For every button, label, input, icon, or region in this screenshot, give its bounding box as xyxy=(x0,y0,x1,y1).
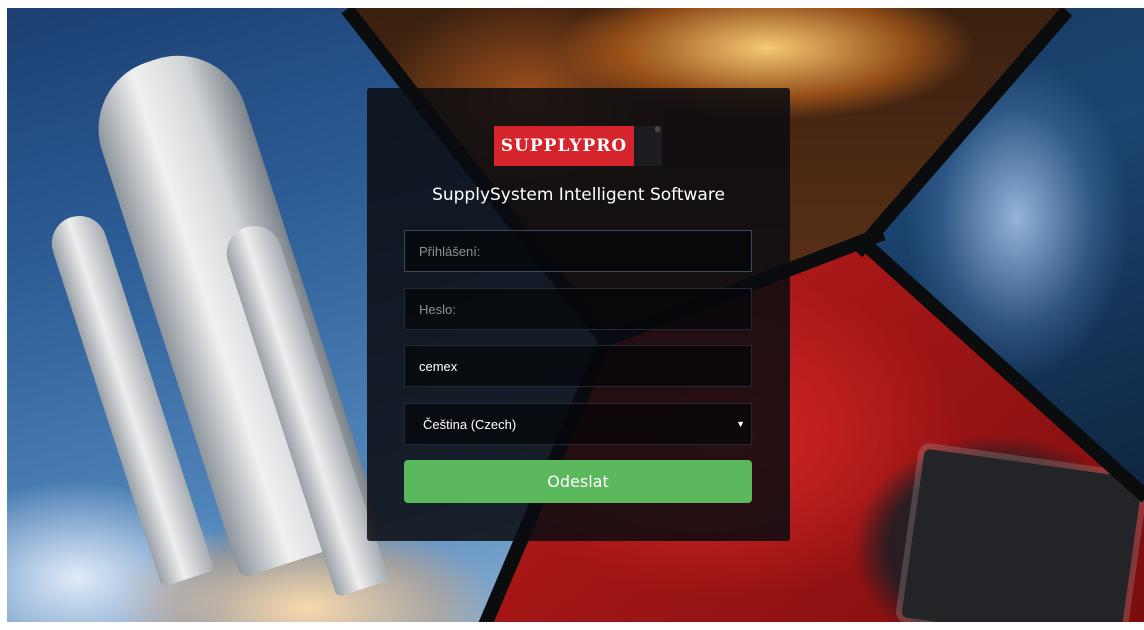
submit-button[interactable]: Odeslat xyxy=(404,460,752,503)
supplypro-logo: SUPPLYPRO ® xyxy=(494,126,662,166)
microchip xyxy=(901,448,1143,622)
language-selected-value: Čeština (Czech) xyxy=(423,416,517,432)
logo-dark-block: ® xyxy=(634,126,662,166)
company-input[interactable] xyxy=(404,345,752,387)
login-card: SUPPLYPRO ® SupplySystem Intelligent Sof… xyxy=(367,88,790,541)
password-input[interactable] xyxy=(404,288,752,330)
logo-wordmark: SUPPLYPRO xyxy=(494,126,634,166)
registered-mark: ® xyxy=(654,127,660,134)
chevron-down-icon: ▼ xyxy=(736,419,745,429)
app-subtitle: SupplySystem Intelligent Software xyxy=(432,185,725,205)
login-input[interactable] xyxy=(404,230,752,272)
language-select[interactable]: Čeština (Czech) ▼ xyxy=(404,403,752,445)
